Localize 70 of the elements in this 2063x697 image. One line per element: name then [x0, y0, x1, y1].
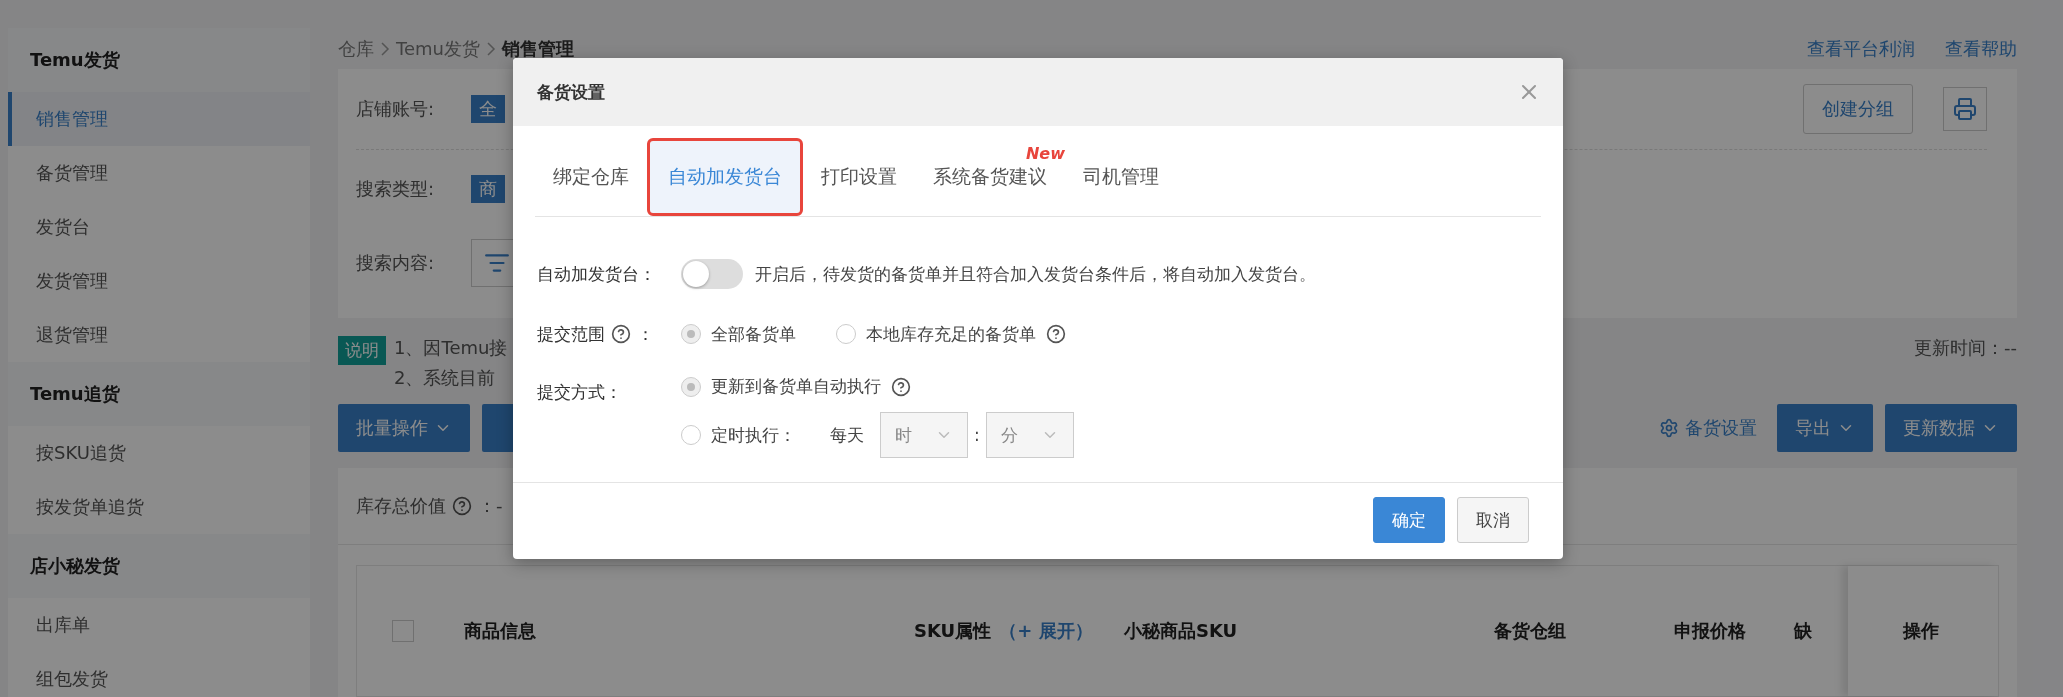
breadcrumb-item[interactable]: 仓库: [338, 36, 374, 61]
hour-select[interactable]: 时: [880, 412, 968, 458]
update-time: 更新时间：--: [1914, 336, 2017, 360]
tab[interactable]: New 系统备货建议: [915, 138, 1065, 216]
dialog-title: 备货设置: [537, 80, 605, 104]
radio-label: 更新到备货单自动执行: [711, 375, 881, 398]
radio-button[interactable]: [836, 324, 856, 344]
chevron-right-icon: [485, 40, 496, 57]
sidebar-item[interactable]: 销售管理: [8, 92, 310, 146]
radio-button[interactable]: [681, 376, 701, 397]
radio-button[interactable]: [681, 324, 701, 344]
tab[interactable]: 自动加发货台: [647, 138, 803, 216]
breadcrumb-item[interactable]: Temu发货: [396, 36, 480, 61]
filter-label: 店铺账号:: [356, 97, 436, 121]
column-header: 备货仓组: [1494, 619, 1567, 643]
create-group-button[interactable]: 创建分组: [1803, 84, 1913, 134]
sidebar-group-title: Temu发货: [8, 28, 310, 92]
settings-link[interactable]: 备货设置: [1659, 416, 1757, 440]
radio-label: 定时执行：: [711, 423, 796, 447]
header-link[interactable]: 查看帮助: [1945, 36, 2017, 61]
filter-label: 搜索类型:: [356, 177, 436, 201]
toolbar-button[interactable]: 批量操作: [338, 404, 470, 452]
column-header: 小秘商品SKU: [1124, 619, 1239, 643]
notice-text: 2、系统目前: [394, 366, 497, 390]
column-header: 缺: [1794, 619, 1813, 643]
column-header: 申报价格: [1674, 619, 1747, 643]
help-icon[interactable]: [891, 376, 911, 397]
sidebar-group-title: Temu追货: [8, 362, 310, 426]
field-label: 自动加发货台：: [537, 262, 656, 286]
filter-label: 搜索内容:: [356, 251, 436, 275]
radio-label: 本地库存充足的备货单: [866, 322, 1036, 346]
toolbar-button[interactable]: 更新数据: [1885, 404, 2017, 452]
label-colon: ：: [637, 322, 654, 346]
checkbox[interactable]: [392, 620, 414, 642]
breadcrumb-item: 销售管理: [501, 36, 574, 61]
field-label: 提交方式：: [537, 381, 622, 404]
tab[interactable]: 绑定仓库: [535, 138, 647, 216]
new-label: New: [1025, 144, 1065, 163]
summary-label: 库存总价值: [356, 494, 446, 518]
toggle-description: 开启后，待发货的备货单并且符合加入发货台条件后，将自动加入发货台。: [755, 262, 1316, 286]
time-separator: :: [974, 425, 980, 445]
help-icon[interactable]: [1046, 324, 1066, 344]
radio-button[interactable]: [681, 425, 701, 445]
expand-link[interactable]: （+ 展开）: [999, 620, 1093, 641]
filter-tag[interactable]: 商: [471, 175, 505, 203]
chevron-right-icon: [380, 40, 390, 57]
column-header: SKU属性 （+ 展开）: [914, 619, 1094, 643]
schedule-label: 每天: [830, 423, 864, 447]
summary-value: ：-: [478, 494, 503, 518]
minute-select[interactable]: 分: [985, 412, 1074, 458]
sidebar-group-title: 店小秘发货: [8, 534, 310, 598]
help-icon[interactable]: [611, 324, 631, 344]
printer-icon: [1953, 97, 1977, 121]
cancel-button[interactable]: 取消: [1457, 497, 1529, 543]
toolbar-button[interactable]: 导出: [1777, 404, 1873, 452]
gear-icon: [1659, 418, 1679, 438]
header-link[interactable]: 查看平台利润: [1807, 36, 1915, 61]
toggle-switch[interactable]: [681, 259, 743, 289]
help-icon[interactable]: [452, 496, 472, 516]
field-label: 提交范围: [537, 322, 605, 346]
notice-badge: 说明: [338, 336, 386, 365]
confirm-button[interactable]: 确定: [1373, 497, 1445, 543]
column-header: 商品信息: [464, 619, 537, 643]
filter-tag[interactable]: 全: [471, 95, 505, 123]
radio-label: 全部备货单: [711, 322, 796, 346]
tab[interactable]: 打印设置: [803, 138, 915, 216]
column-header: 操作: [1903, 619, 1940, 643]
print-button[interactable]: [1943, 87, 1987, 131]
notice-text: 1、因Temu接: [394, 336, 508, 360]
tab[interactable]: 司机管理: [1065, 138, 1177, 216]
